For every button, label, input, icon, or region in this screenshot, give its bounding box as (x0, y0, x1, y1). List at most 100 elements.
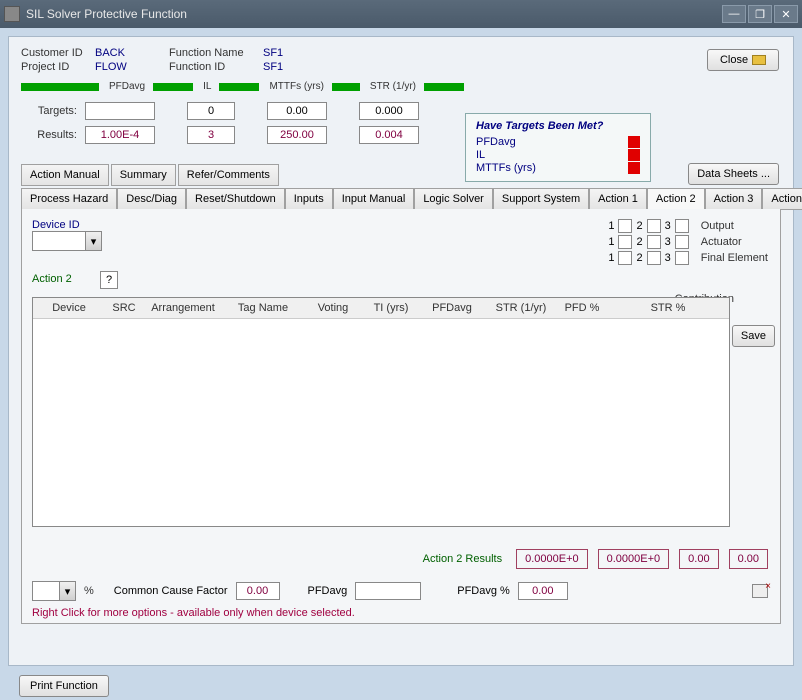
target-str-input[interactable] (359, 102, 419, 120)
result-box-2: 0.00 (679, 549, 718, 569)
action-label: Action 2 (32, 273, 72, 285)
vote-checkbox[interactable] (618, 235, 632, 249)
grid-header: SRC (105, 298, 143, 318)
tab-summary[interactable]: Summary (111, 164, 176, 186)
tm-pfdavg-indicator (628, 136, 640, 148)
vote-checkbox[interactable] (647, 235, 661, 249)
vote-checkbox[interactable] (647, 251, 661, 265)
grid-header: TI (yrs) (363, 298, 419, 318)
result-mttf-input[interactable] (267, 126, 327, 144)
customer-id-label: Customer ID (21, 47, 91, 59)
vote-checkbox[interactable] (618, 251, 632, 265)
tm-pfdavg-label: PFDavg (476, 136, 516, 148)
titlebar-close-button[interactable]: ✕ (774, 5, 798, 23)
result-pfdavg-input[interactable] (85, 126, 155, 144)
percent-sign: % (84, 585, 94, 597)
results-label: Results: (21, 129, 81, 141)
tab-support-system[interactable]: Support System (493, 188, 589, 210)
grid-header: PFDavg (419, 298, 485, 318)
folder-icon (752, 55, 766, 65)
print-function-button[interactable]: Print Function (19, 675, 109, 697)
vote-checkbox[interactable] (647, 219, 661, 233)
ccf-input[interactable] (236, 582, 280, 600)
chip-delete-icon[interactable] (752, 584, 768, 598)
il-bar (153, 83, 193, 91)
grid-header: PFD % (557, 298, 607, 318)
vote-checkbox[interactable] (675, 235, 689, 249)
tab-action-manual[interactable]: Action Manual (21, 164, 109, 186)
project-id-label: Project ID (21, 61, 91, 73)
grid-header: Voting (303, 298, 363, 318)
ccf-combo[interactable]: ▾ (32, 581, 76, 601)
function-id-value: SF1 (263, 61, 323, 73)
vote-num: 1 (608, 236, 614, 248)
target-pfdavg-input[interactable] (85, 102, 155, 120)
grid-header: Arrangement (143, 298, 223, 318)
vote-num: 1 (608, 220, 614, 232)
tab-action-3[interactable]: Action 3 (705, 188, 763, 210)
tab-refer-comments[interactable]: Refer/Comments (178, 164, 279, 186)
tab-logic-solver[interactable]: Logic Solver (414, 188, 493, 210)
mttfs-metric-label: MTTFs (yrs) (265, 81, 325, 92)
function-name-label: Function Name (169, 47, 259, 59)
result-il-input[interactable] (187, 126, 235, 144)
vote-checkbox[interactable] (675, 219, 689, 233)
ccf-pfdavg-input[interactable] (355, 582, 421, 600)
close-button[interactable]: Close (707, 49, 779, 71)
device-id-label: Device ID (32, 219, 102, 231)
help-button[interactable]: ? (100, 271, 118, 289)
vote-num: 2 (636, 252, 642, 264)
vote-num: 3 (665, 236, 671, 248)
result-box-3: 0.00 (729, 549, 768, 569)
grid-header: Tag Name (223, 298, 303, 318)
result-str-input[interactable] (359, 126, 419, 144)
chevron-down-icon: ▾ (59, 582, 75, 600)
data-sheets-button[interactable]: Data Sheets ... (688, 163, 779, 185)
tab-input-manual[interactable]: Input Manual (333, 188, 415, 210)
tab-action-4[interactable]: Action 4 (762, 188, 802, 210)
ccf-pfdavg-label: PFDavg (308, 585, 348, 597)
tab-action-1[interactable]: Action 1 (589, 188, 647, 210)
tab-action-2[interactable]: Action 2 (647, 188, 705, 210)
tab-process-hazard[interactable]: Process Hazard (21, 188, 117, 210)
str-bar (332, 83, 360, 91)
target-mttf-input[interactable] (267, 102, 327, 120)
pfdavg-bar (21, 83, 99, 91)
vote-checkbox[interactable] (675, 251, 689, 265)
main-panel: Customer ID BACK Function Name SF1 Proje… (8, 36, 794, 666)
tm-mttfs-label: MTTFs (yrs) (476, 162, 536, 174)
device-grid[interactable]: DeviceSRCArrangementTag NameVotingTI (yr… (32, 297, 730, 527)
titlebar: SIL Solver Protective Function — ❐ ✕ (0, 0, 802, 28)
targets-met-title: Have Targets Been Met? (476, 120, 640, 132)
close-button-label: Close (720, 54, 748, 66)
device-id-combo[interactable]: ▾ (32, 231, 102, 251)
grid-header: Device (33, 298, 105, 318)
ccf-pfdavg-pct-label: PFDavg % (457, 585, 510, 597)
targets-label: Targets: (21, 105, 81, 117)
result-box-0: 0.0000E+0 (516, 549, 588, 569)
function-name-value: SF1 (263, 47, 323, 59)
action-results-label: Action 2 Results (423, 553, 502, 565)
tm-il-indicator (628, 149, 640, 161)
minimize-button[interactable]: — (722, 5, 746, 23)
tab-desc-diag[interactable]: Desc/Diag (117, 188, 186, 210)
metric-bars: PFDavg IL MTTFs (yrs) STR (1/yr) (21, 81, 781, 92)
tm-il-label: IL (476, 149, 485, 161)
vote-row-label: Output (693, 220, 768, 232)
tm-mttfs-indicator (628, 162, 640, 174)
pfdavg-metric-label: PFDavg (105, 81, 147, 92)
vote-num: 2 (636, 236, 642, 248)
ccf-pfdavg-pct-input[interactable] (518, 582, 568, 600)
tab-inputs[interactable]: Inputs (285, 188, 333, 210)
window-title: SIL Solver Protective Function (26, 7, 720, 21)
target-il-input[interactable] (187, 102, 235, 120)
tab-reset-shutdown[interactable]: Reset/Shutdown (186, 188, 285, 210)
save-button[interactable]: Save (732, 325, 775, 347)
customer-id-value: BACK (95, 47, 165, 59)
vote-checkbox[interactable] (618, 219, 632, 233)
vote-row-label: Actuator (693, 236, 768, 248)
grid-header: STR % (607, 298, 729, 318)
maximize-button[interactable]: ❐ (748, 5, 772, 23)
project-id-value: FLOW (95, 61, 165, 73)
str-bar2 (424, 83, 464, 91)
